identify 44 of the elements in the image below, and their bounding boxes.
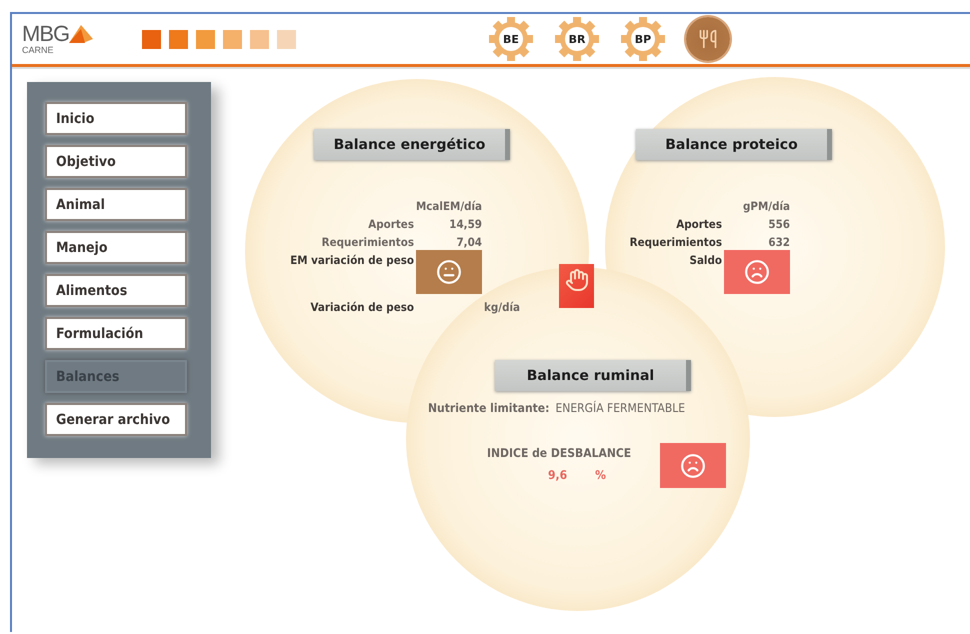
unit-label: McalEM/día: [416, 199, 482, 213]
logo-icon: [69, 25, 94, 43]
row-label: Aportes: [367, 217, 415, 231]
unit-label: gPM/día: [742, 199, 790, 213]
nav-button[interactable]: Inicio: [45, 102, 187, 135]
row-label: Requerimientos: [628, 235, 723, 249]
cutlery-icon: [698, 29, 718, 49]
nav-button[interactable]: Manejo: [45, 231, 187, 264]
nav-button[interactable]: Objetivo: [45, 145, 187, 178]
row-value: 556: [767, 217, 790, 231]
limit-value: ENERGÍA FERMENTABLE: [555, 401, 686, 415]
sad-face-icon: [680, 452, 706, 478]
nav-button[interactable]: Generar archivo: [45, 403, 187, 436]
limit-label: Nutriente limitante:: [428, 401, 550, 415]
row-value: 632: [767, 235, 790, 249]
logo-subtitle: CARNE: [22, 45, 55, 55]
nav-button[interactable]: Animal: [45, 188, 187, 221]
row-value: 14,59: [448, 217, 482, 231]
step-square[interactable]: [277, 30, 296, 48]
row-label: Variación de peso: [310, 300, 415, 314]
logo-text: MBG: [22, 23, 70, 45]
index-value: 9,6: [548, 468, 568, 482]
neutral-face-icon: [436, 259, 462, 285]
row-value: 7,04: [455, 235, 482, 249]
section-title: Balance ruminal: [495, 360, 691, 391]
step-square[interactable]: [169, 30, 188, 48]
nav-button[interactable]: Alimentos: [45, 274, 187, 307]
step-square[interactable]: [196, 30, 215, 48]
unit-label: kg/día: [483, 300, 520, 314]
step-square[interactable]: [250, 30, 269, 48]
row-label: Requerimientos: [320, 235, 415, 249]
status-label: Saldo: [688, 253, 723, 267]
row-label: Aportes: [675, 217, 723, 231]
section-title: Balance proteico: [636, 129, 832, 160]
step-square[interactable]: [142, 30, 161, 48]
nav-button[interactable]: Formulación: [45, 317, 187, 350]
index-unit: %: [595, 468, 606, 482]
step-square[interactable]: [223, 30, 242, 48]
sad-face-icon: [744, 259, 770, 285]
hand-icon: [564, 268, 588, 292]
status-label: EM variación de peso: [289, 253, 415, 267]
cutlery-button[interactable]: [686, 17, 730, 61]
section-title: Balance energético: [314, 129, 510, 160]
index-label: INDICE de DESBALANCE: [487, 446, 632, 460]
